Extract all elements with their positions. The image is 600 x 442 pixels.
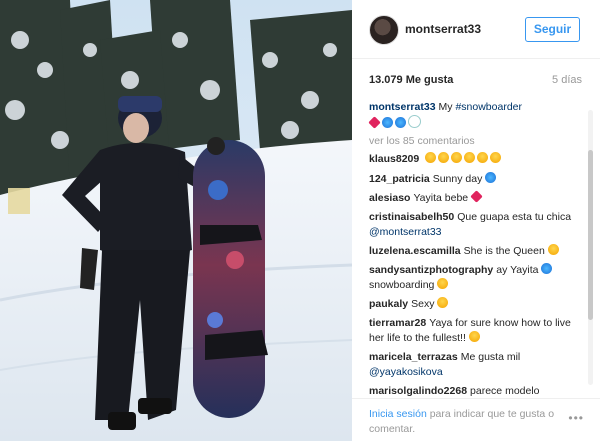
comment-item: marisolgalindo2268 parece modelo — [369, 384, 582, 398]
comment-text-continued: snowboarding — [369, 279, 435, 291]
caption: montserrat33 My #snowboarder — [368, 100, 582, 132]
comment-item: luzelena.escamilla She is the Queen — [369, 244, 582, 259]
comment-text: parece modelo — [470, 385, 540, 397]
comment-text: Yayita bebe — [413, 192, 469, 204]
comment-item: alesiaso Yayita bebe — [369, 190, 582, 206]
comment-text: She is the Queen — [463, 245, 545, 257]
comment-username[interactable]: cristinaisabelh50 — [369, 211, 454, 223]
likes-count[interactable]: 13.079 Me gusta — [369, 74, 453, 86]
comment-item: paukaly Sexy — [369, 297, 582, 312]
comment-text: Sunny day — [432, 173, 483, 185]
heart-eyes-emoji-icon — [425, 152, 437, 163]
comment-username[interactable]: alesiaso — [369, 192, 410, 204]
post-footer: Inicia sesión para indicar que te gusta … — [352, 398, 600, 442]
heart-eyes-emoji-icon — [464, 152, 476, 163]
scrollbar-thumb[interactable] — [588, 150, 593, 320]
login-link[interactable]: Inicia sesión — [369, 408, 427, 420]
snowboarder-photo — [0, 0, 352, 441]
snowboarder-emoji-icon — [541, 263, 553, 274]
comment-text: ay Yayita — [496, 264, 539, 276]
snowboarder-emoji-icon — [382, 117, 393, 128]
mention-link[interactable]: @montserrat33 — [369, 226, 442, 238]
comment-text: Me gusta mil — [460, 351, 521, 363]
comment-username[interactable]: klaus8209 — [369, 153, 419, 165]
comment-username[interactable]: sandysantizphotography — [369, 264, 493, 276]
wink-emoji-icon — [490, 152, 502, 163]
comment-item: tierramar28 Yaya for sure know how to liv… — [369, 316, 582, 346]
heart-eyes-emoji-icon — [437, 297, 449, 308]
login-prompt: Inicia sesión para indicar que te gusta … — [369, 407, 564, 437]
comment-item: 124_patricia Sunny day — [369, 172, 582, 187]
post-sidebar: montserrat33 Seguir 13.079 Me gusta 5 dí… — [352, 0, 600, 441]
heart-eyes-emoji-icon — [477, 152, 489, 163]
comment-username[interactable]: montserrat33 — [369, 101, 436, 113]
comment-username[interactable]: paukaly — [369, 298, 408, 310]
comment-item: klaus8209 — [369, 152, 582, 167]
comment-text: My — [438, 101, 456, 113]
crown-emoji-icon — [547, 244, 559, 255]
hashtag-link[interactable]: #snowboarder — [455, 101, 522, 113]
view-more-comments[interactable]: ver los 85 comentarios — [369, 134, 582, 149]
follow-button[interactable]: Seguir — [525, 17, 580, 42]
comment-item: cristinaisabelh50 Que guapa esta tu chica… — [369, 210, 582, 240]
comment-username[interactable]: marisolgalindo2268 — [369, 385, 467, 397]
clap-emoji-icon — [437, 278, 449, 289]
heart-emoji-icon — [470, 190, 483, 203]
comment-username[interactable]: maricela_terrazas — [369, 351, 458, 363]
post-time[interactable]: 5 días — [552, 74, 582, 86]
post-stats: 13.079 Me gusta 5 días — [352, 58, 600, 98]
comments-scrollbar[interactable] — [588, 110, 593, 385]
snowflake-emoji-icon — [395, 117, 406, 128]
snowman-emoji-icon — [408, 115, 421, 128]
post-header: montserrat33 Seguir — [352, 0, 600, 59]
comment-text: Sexy — [411, 298, 435, 310]
comment-item: sandysantizphotography ay Yayita snowboar… — [369, 263, 582, 293]
comment-username[interactable]: 124_patricia — [369, 173, 430, 185]
snowflake-emoji-icon — [485, 172, 497, 183]
comment-text: Que guapa esta tu chica — [457, 211, 572, 223]
heart-eyes-emoji-icon — [451, 152, 463, 163]
comment-username[interactable]: tierramar28 — [369, 317, 426, 329]
comment-username[interactable]: luzelena.escamilla — [369, 245, 461, 257]
more-options-icon[interactable]: ••• — [568, 411, 584, 425]
comments-list: montserrat33 My #snowboarder ver los 85 c… — [352, 98, 584, 398]
comment-item: maricela_terrazas Me gusta mil @yayakosik… — [369, 350, 582, 380]
thumbs-up-emoji-icon — [468, 331, 480, 342]
heart-eyes-emoji-icon — [438, 152, 450, 163]
header-username[interactable]: montserrat33 — [405, 22, 481, 36]
avatar[interactable] — [369, 15, 399, 45]
heart-emoji-icon — [368, 116, 381, 129]
mention-link[interactable]: @yayakosikova — [369, 366, 443, 378]
post-photo — [0, 0, 352, 441]
